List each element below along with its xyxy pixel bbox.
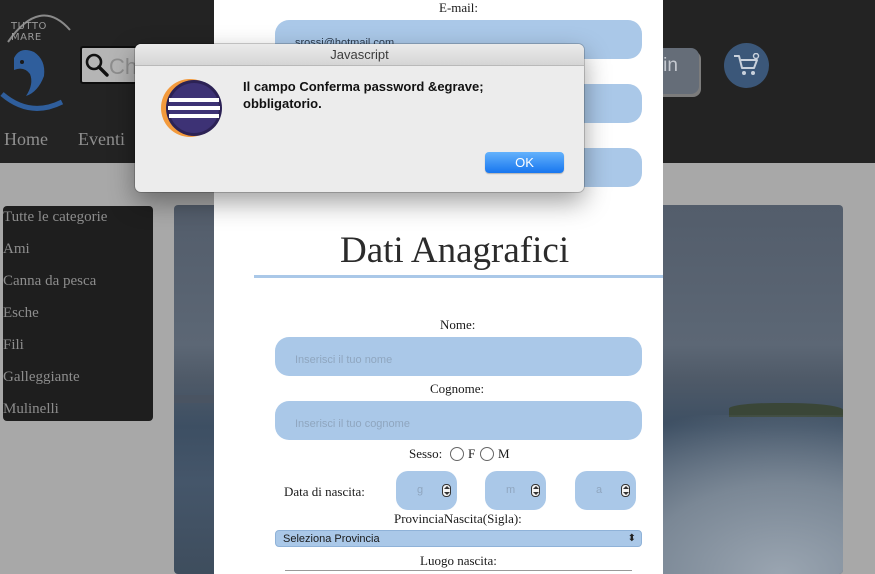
dialog-message: Il campo Conferma password &egrave; obbl… (243, 79, 484, 111)
hero-land-left (174, 395, 214, 403)
category-galleggiante[interactable]: Galleggiante (3, 369, 80, 386)
sesso-m-label: M (498, 446, 510, 461)
anno-stepper[interactable] (621, 484, 630, 497)
alert-dialog: Javascript Il campo Conferma password &e… (135, 44, 584, 192)
nascita-label: Data di nascita: (284, 484, 365, 499)
category-canna-da-pesca[interactable]: Canna da pesca (3, 273, 96, 290)
category-ami[interactable]: Ami (3, 241, 30, 258)
category-mulinelli[interactable]: Mulinelli (3, 401, 59, 418)
search-icon (85, 53, 109, 77)
nome-field[interactable]: Inserisci il tuo nome (275, 337, 642, 376)
ok-button[interactable]: OK (485, 152, 564, 173)
anno-field[interactable]: a (575, 471, 636, 510)
provincia-select[interactable]: Seleziona Provincia ⬍ (275, 530, 642, 547)
sesso-label: Sesso: (409, 446, 443, 461)
cart-icon (734, 53, 760, 75)
fish-logo-icon (0, 14, 71, 111)
anno-placeholder: a (596, 484, 603, 496)
giorno-stepper[interactable] (442, 484, 451, 497)
category-sidebar: Tutte le categorie Ami Canna da pesca Es… (3, 206, 153, 421)
sesso-f-label: F (468, 446, 476, 461)
giorno-field[interactable]: g (396, 471, 457, 510)
luogo-field[interactable] (285, 570, 632, 574)
cognome-field[interactable]: Inserisci il tuo cognome (275, 401, 642, 440)
cognome-label: Cognome: (430, 381, 485, 396)
select-arrows-icon: ⬍ (627, 533, 636, 544)
nav-eventi[interactable]: Eventi (78, 129, 125, 150)
search-input[interactable]: Ch (80, 46, 140, 84)
category-fili[interactable]: Fili (3, 337, 24, 354)
search-placeholder: Ch (109, 54, 138, 79)
eclipse-icon (161, 79, 222, 137)
section-divider (254, 275, 663, 278)
category-esche[interactable]: Esche (3, 305, 39, 322)
sesso-m-radio[interactable] (480, 447, 494, 461)
provincia-selected: Seleziona Provincia (283, 533, 380, 545)
mese-field[interactable]: m (485, 471, 546, 510)
logo-text: TUTTO MARE (11, 21, 47, 43)
giorno-placeholder: g (417, 484, 424, 496)
section-title: Dati Anagrafici (340, 230, 570, 271)
mese-placeholder: m (506, 484, 516, 496)
mese-stepper[interactable] (531, 484, 540, 497)
category-tutte[interactable]: Tutte le categorie (3, 209, 107, 226)
nav-home[interactable]: Home (4, 129, 48, 150)
nome-label: Nome: (440, 317, 476, 332)
luogo-label: Luogo nascita: (420, 553, 497, 568)
provincia-label: ProvinciaNascita(Sigla): (394, 511, 522, 526)
sesso-f-radio[interactable] (450, 447, 464, 461)
site-logo[interactable]: TUTTO MARE (0, 0, 78, 118)
cart-button[interactable] (724, 43, 769, 88)
dialog-title: Javascript (135, 44, 584, 66)
email-label: E-mail: (439, 0, 478, 15)
